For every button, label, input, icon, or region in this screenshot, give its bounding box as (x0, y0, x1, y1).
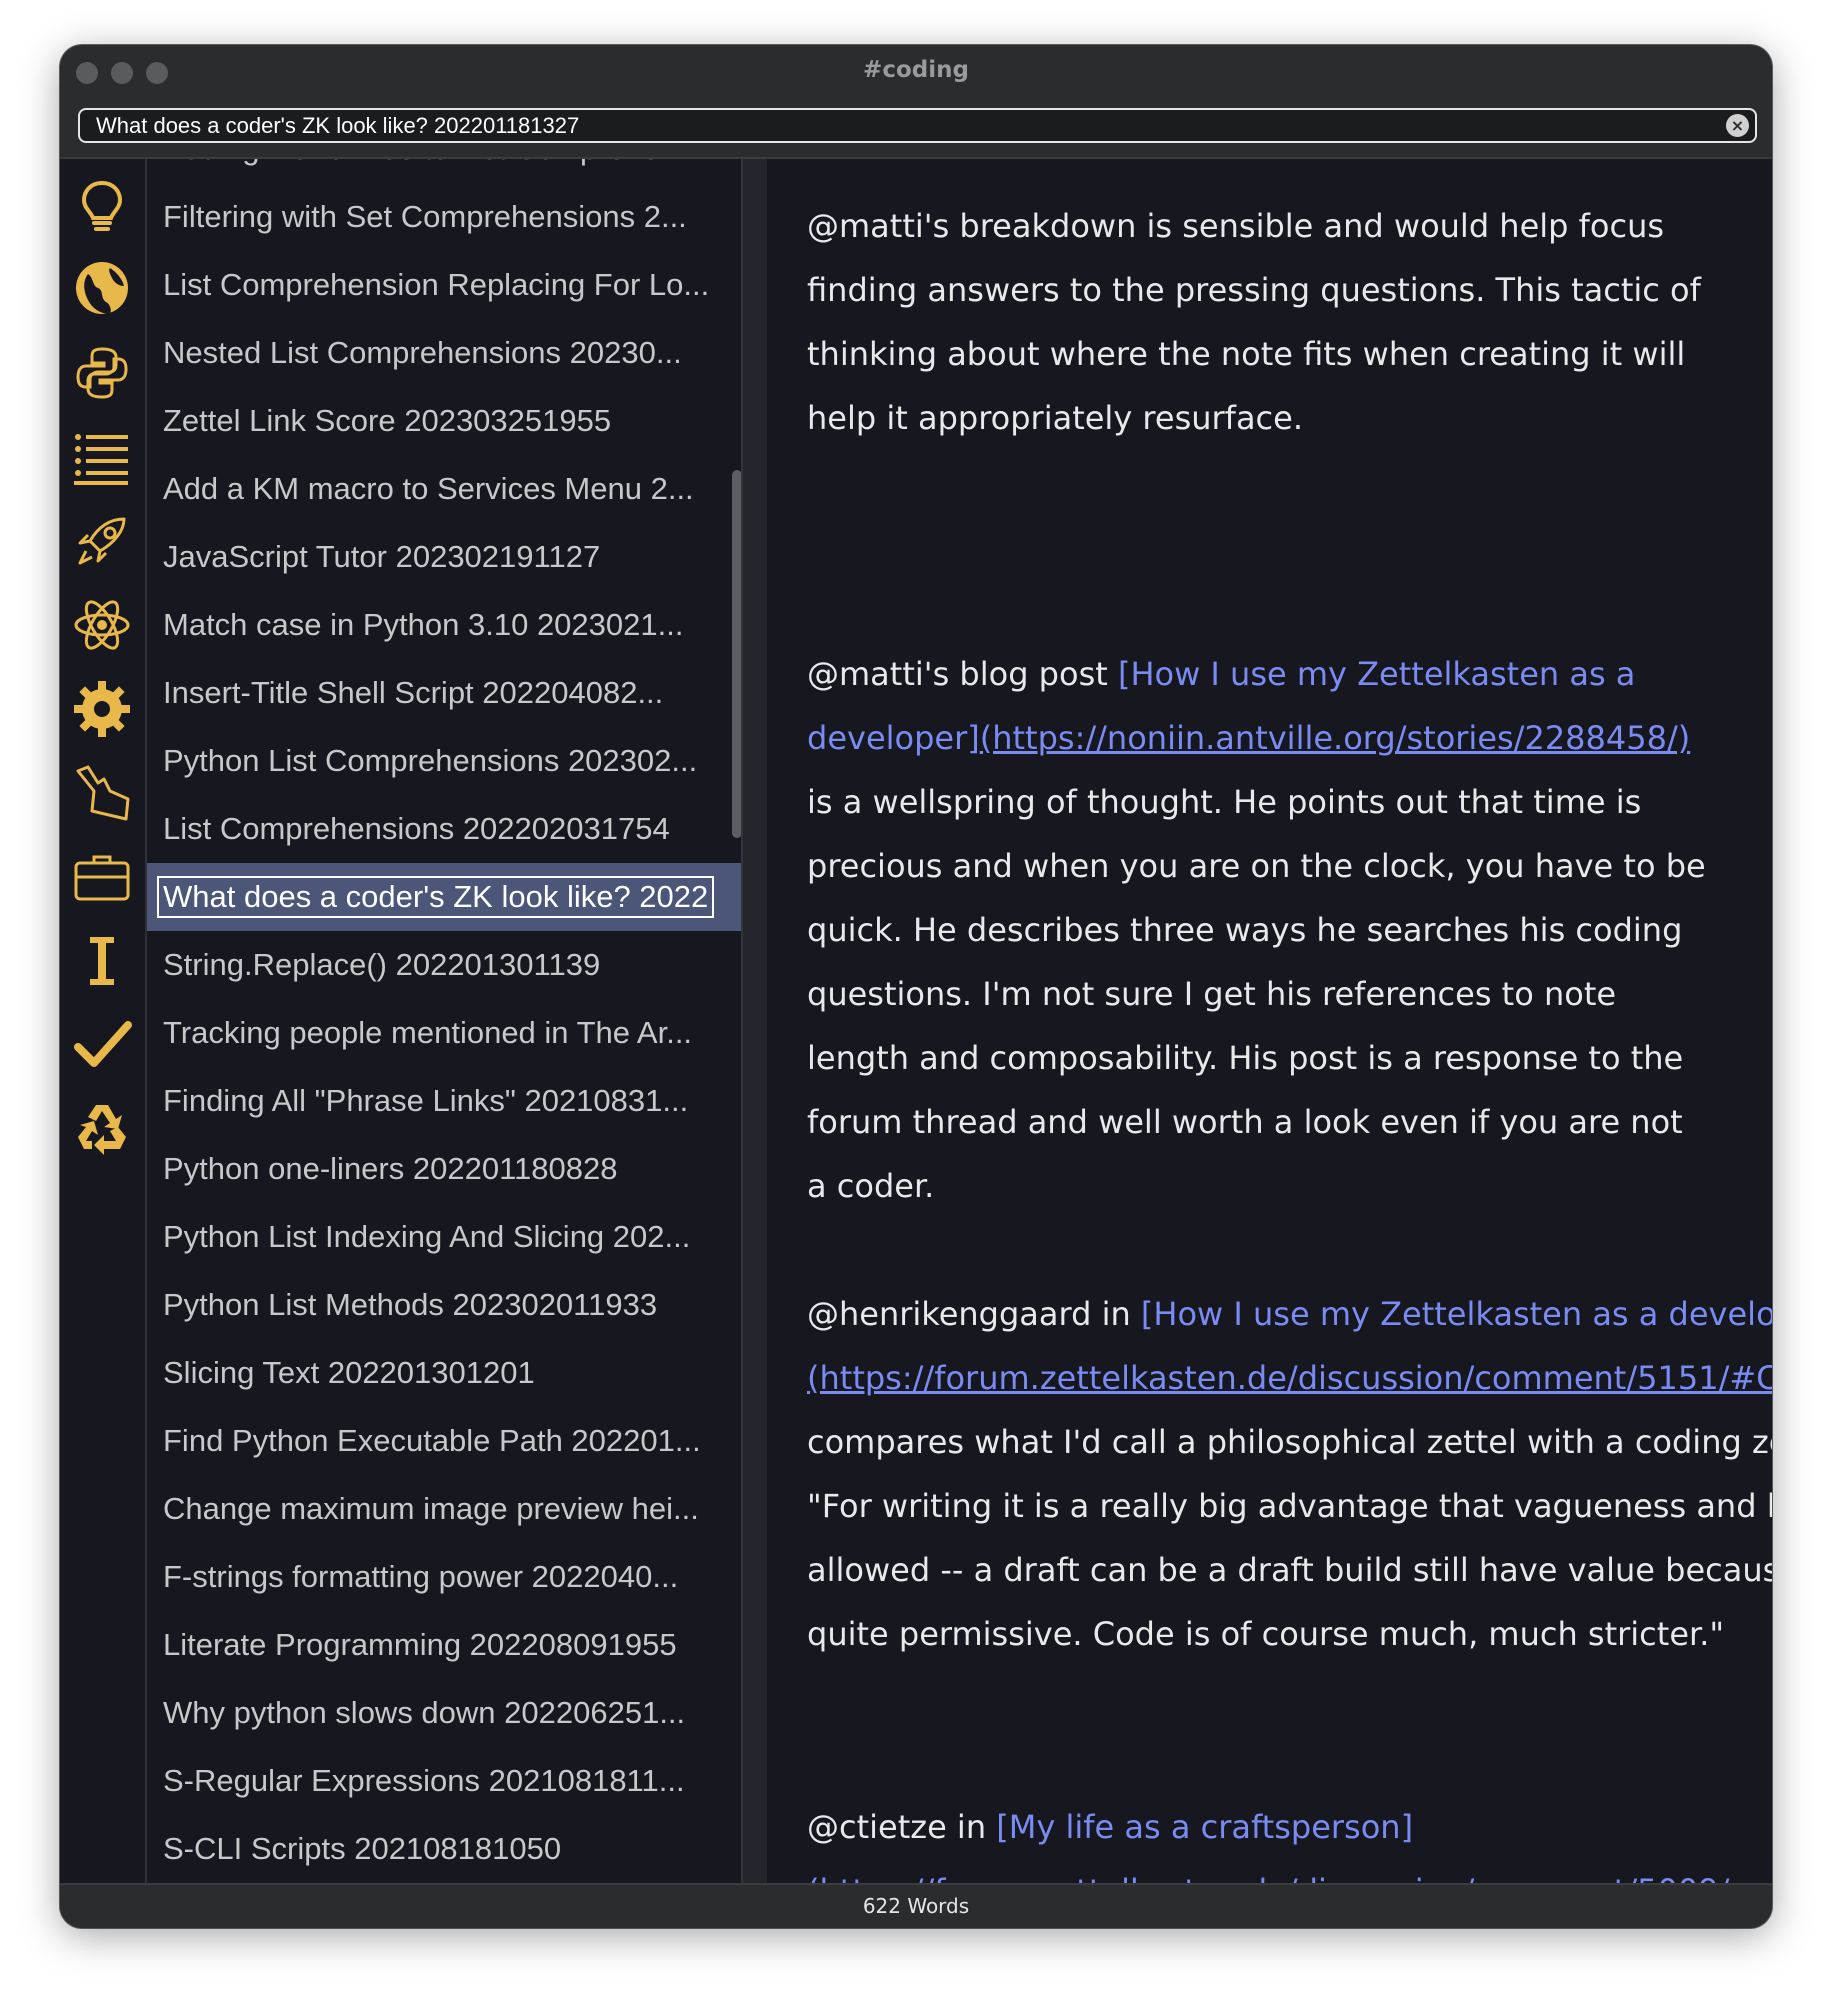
list-item[interactable]: List Comprehension Replacing For Lo... (147, 251, 741, 319)
list-item[interactable]: Adding If and Else to List Comprehen... (147, 159, 741, 183)
list-item[interactable]: S-CLI Scripts 202108181050 (147, 1815, 741, 1883)
paragraph: @henrikenggaard in [How I use my Zettelk… (807, 1282, 1772, 1666)
list-item[interactable]: F-strings formatting power 2022040... (147, 1543, 741, 1611)
list-item[interactable]: Why python slows down 202206251... (147, 1679, 741, 1747)
rocket-icon[interactable] (70, 509, 134, 573)
list-item[interactable]: Match case in Python 3.10 2023021... (147, 591, 741, 659)
globe-icon[interactable] (70, 256, 134, 320)
list-item[interactable]: Add a KM macro to Services Menu 2... (147, 455, 741, 523)
search-field[interactable]: × (78, 108, 1757, 143)
list-item[interactable]: Insert-Title Shell Script 202204082... (147, 659, 741, 727)
search-input[interactable] (96, 111, 1696, 140)
note-editor[interactable]: @matti's breakdown is sensible and would… (767, 159, 1772, 1883)
list-item[interactable]: List Comprehensions 202202031754 (147, 795, 741, 863)
link-url[interactable]: (https://forum.zettelkasten.de/discussio… (807, 1359, 1772, 1397)
list-item[interactable]: Finding All "Phrase Links" 20210831... (147, 1067, 741, 1135)
list-item[interactable]: S-Regular Expressions 2021081811... (147, 1747, 741, 1815)
note-list[interactable]: Adding If and Else to List Comprehen... … (147, 159, 741, 1883)
python-icon[interactable] (70, 341, 134, 405)
status-bar: 622 Words (60, 1883, 1772, 1928)
list-item[interactable]: Change maximum image preview hei... (147, 1475, 741, 1543)
list-item[interactable]: JavaScript Tutor 202302191127 (147, 523, 741, 591)
list-item-selected[interactable]: What does a coder's ZK look like? 2022 (147, 863, 741, 931)
list-item[interactable]: Tracking people mentioned in The Ar... (147, 999, 741, 1067)
title-bar: #coding (60, 45, 1772, 97)
app-window: #coding × (60, 45, 1772, 1928)
list-item[interactable]: Filtering with Set Comprehensions 2... (147, 183, 741, 251)
clear-search-button[interactable]: × (1726, 114, 1749, 137)
link-url[interactable]: (https://noniin.antville.org/stories/228… (980, 719, 1691, 757)
selected-note-title: What does a coder's ZK look like? 2022 (157, 876, 715, 918)
paragraph: @ctietze in [My life as a craftsperson](… (807, 1795, 1729, 1883)
list-item[interactable]: Python List Methods 202302011933 (147, 1271, 741, 1339)
list-item[interactable]: Literate Programming 202208091955 (147, 1611, 741, 1679)
recycle-icon[interactable] (70, 1097, 134, 1161)
pointing-hand-icon[interactable] (70, 761, 134, 825)
list-item[interactable]: Zettel Link Score 202303251955 (147, 387, 741, 455)
saved-search-bar (60, 159, 147, 1883)
link-title[interactable]: [How I use my Zettelkasten as a develope… (1141, 1295, 1772, 1333)
lightbulb-icon[interactable] (70, 173, 134, 237)
paragraph: @matti's breakdown is sensible and would… (807, 207, 1701, 437)
list-icon[interactable] (70, 425, 134, 489)
list-item[interactable]: Find Python Executable Path 202201... (147, 1407, 741, 1475)
window-title: #coding (863, 57, 969, 83)
link-title[interactable]: [My life as a craftsperson] (996, 1808, 1413, 1846)
briefcase-icon[interactable] (70, 845, 134, 909)
list-item[interactable]: Nested List Comprehensions 20230... (147, 319, 741, 387)
text-cursor-icon[interactable] (70, 929, 134, 993)
list-item[interactable]: String.Replace() 202201301139 (147, 931, 741, 999)
list-item[interactable]: Slicing Text 202201301201 (147, 1339, 741, 1407)
list-item[interactable]: Python one-liners 202201180828 (147, 1135, 741, 1203)
atom-icon[interactable] (70, 593, 134, 657)
gear-icon[interactable] (70, 677, 134, 741)
list-item[interactable]: Python List Comprehensions 202302... (147, 727, 741, 795)
link-url[interactable]: (https://forum.zettelkasten.de/discussio… (807, 1872, 1729, 1883)
list-item[interactable]: Python List Indexing And Slicing 202... (147, 1203, 741, 1271)
paragraph: @matti's blog post [How I use my Zettelk… (807, 655, 1706, 1205)
word-count: 622 Words (862, 1894, 970, 1918)
checkmark-icon[interactable] (70, 1013, 134, 1077)
